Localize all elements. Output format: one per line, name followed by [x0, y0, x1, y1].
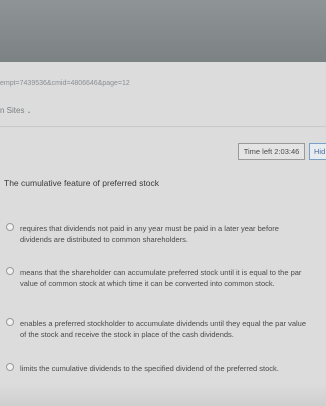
answer-radio[interactable] [6, 318, 14, 326]
answer-option-text: enables a preferred stockholder to accum… [20, 319, 307, 339]
chevron-down-icon: ⌄ [26, 109, 32, 115]
time-left-indicator: Time left 2:03:46 [238, 143, 305, 160]
answer-radio[interactable] [6, 363, 14, 371]
sites-menu[interactable]: n Sites ⌄ [0, 106, 32, 120]
bottom-shadow [0, 384, 326, 406]
answer-radio[interactable] [6, 267, 14, 275]
answer-option-text: requires that dividends not paid in any … [20, 224, 279, 244]
browser-top-bar [0, 0, 326, 62]
question-text: The cumulative feature of preferred stoc… [4, 178, 159, 188]
answer-radio[interactable] [6, 223, 14, 231]
header-divider [0, 126, 326, 127]
url-text[interactable]: empt=7439536&cmid=4806646&page=12 [0, 76, 326, 98]
answer-option-text: limits the cumulative dividends to the s… [20, 364, 279, 373]
hide-timer-button[interactable]: Hid [309, 143, 326, 160]
sites-menu-label: n Sites [0, 106, 25, 115]
answer-option-text: means that the shareholder can accumulat… [20, 268, 302, 288]
